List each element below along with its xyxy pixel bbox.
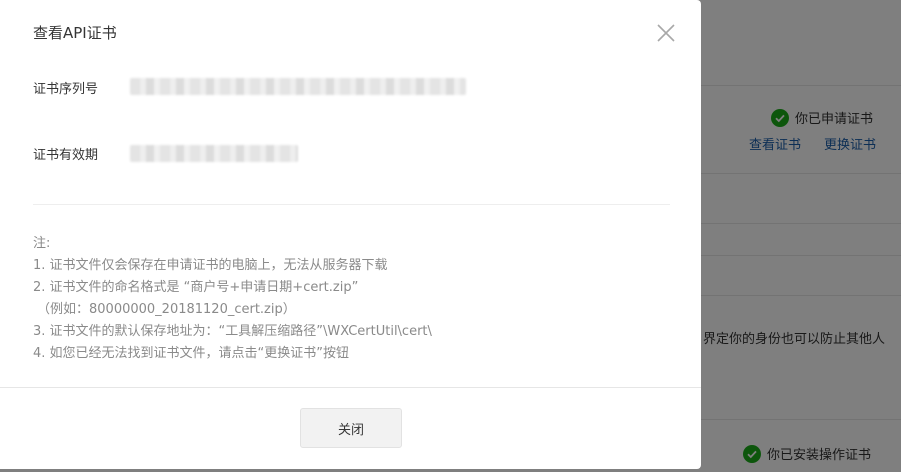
validity-value (130, 145, 298, 162)
api-cert-dialog: 查看API证书 证书序列号 证书有效期 注: 1. 证书文件仅会保存在申请证书的… (0, 0, 701, 469)
serial-number-value (130, 78, 466, 95)
note-line: 2. 证书文件的命名格式是 “商户号+申请日期+cert.zip” (33, 280, 359, 295)
notes-heading: 注: (33, 236, 51, 251)
divider (33, 204, 670, 205)
dialog-title: 查看API证书 (33, 24, 117, 42)
close-icon[interactable] (655, 22, 677, 44)
serial-number-label: 证书序列号 (33, 82, 99, 97)
validity-label: 证书有效期 (33, 148, 99, 163)
note-line: 4. 如您已经无法找到证书文件，请点击“更换证书”按钮 (33, 346, 350, 361)
note-line: 3. 证书文件的默认保存地址为：“工具解压缩路径”\WXCertUtil\cer… (33, 324, 432, 339)
note-line: （例如：80000000_20181120_cert.zip） (37, 302, 296, 317)
close-button[interactable]: 关闭 (300, 408, 402, 448)
notes-section: 注: 1. 证书文件仅会保存在申请证书的电脑上，无法从服务器下载 2. 证书文件… (33, 233, 432, 365)
note-line: 1. 证书文件仅会保存在申请证书的电脑上，无法从服务器下载 (33, 258, 388, 273)
footer-divider (0, 387, 701, 388)
